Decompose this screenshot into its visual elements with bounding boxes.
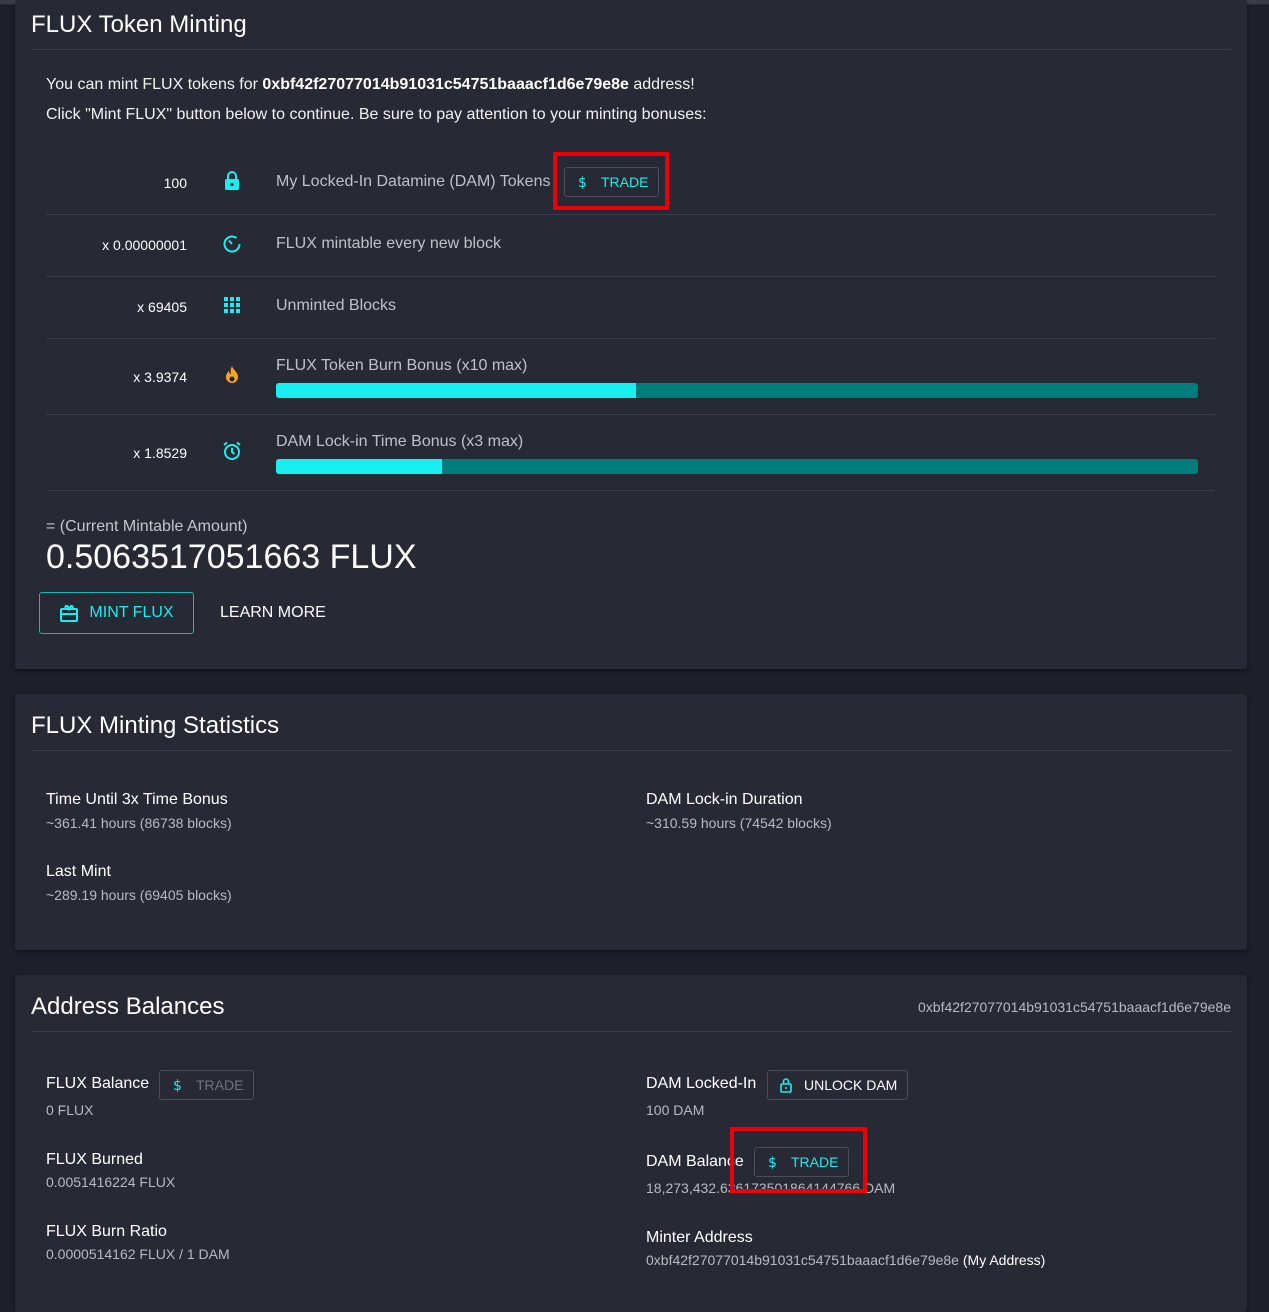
unminted-blocks-value: x 69405: [137, 299, 187, 315]
flux-burned-value: 0.0051416224 FLUX: [46, 1174, 176, 1190]
flux-per-block-value: x 0.00000001: [102, 237, 187, 253]
row-divider: [46, 276, 1215, 277]
fire-icon: [220, 363, 244, 387]
statistics-title: FLUX Minting Statistics: [31, 712, 280, 739]
dollar-icon: $: [170, 1077, 186, 1093]
title-divider: [31, 49, 1231, 50]
locked-dam-value: 100: [163, 175, 187, 191]
stat-time-bonus-label: Time Until 3x Time Bonus: [46, 791, 228, 808]
dam-locked-value: 100 DAM: [646, 1102, 705, 1118]
amount-label: = (Current Mintable Amount): [46, 518, 248, 535]
dam-locked-label: DAM Locked-In: [646, 1075, 757, 1092]
learn-more-button[interactable]: LEARN MORE: [220, 604, 326, 622]
intro-line-1: You can mint FLUX tokens for 0xbf42f2707…: [46, 76, 695, 93]
timer-icon: [220, 231, 244, 255]
locked-dam-label: My Locked-In Datamine (DAM) Tokens: [276, 173, 551, 190]
time-bonus-progress: [276, 459, 1198, 474]
statistics-card: FLUX Minting Statistics Time Until 3x Ti…: [15, 694, 1247, 950]
time-bonus-value: x 1.8529: [133, 445, 187, 461]
burn-bonus-value: x 3.9374: [133, 369, 187, 385]
burn-bonus-progress: [276, 383, 1198, 398]
gift-icon: [60, 605, 79, 622]
balances-card: Address Balances 0xbf42f27077014b91031c5…: [15, 975, 1247, 1312]
stat-lockin-duration-value: ~310.59 hours (74542 blocks): [646, 815, 832, 831]
flux-balance-value: 0 FLUX: [46, 1102, 94, 1118]
mintable-amount: 0.5063517051663 FLUX: [46, 538, 417, 576]
mint-flux-button[interactable]: MINT FLUX: [39, 592, 194, 634]
grid-icon: [220, 293, 244, 317]
stat-last-mint-value: ~289.19 hours (69405 blocks): [46, 887, 232, 903]
title-divider: [31, 750, 1231, 751]
unlock-dam-button[interactable]: UNLOCK DAM: [767, 1070, 909, 1100]
title-divider: [31, 1031, 1231, 1032]
stat-last-mint-label: Last Mint: [46, 863, 111, 880]
my-address-tag: (My Address): [958, 1252, 1046, 1268]
intro-line-2: Click "Mint FLUX" button below to contin…: [46, 106, 707, 123]
balances-title: Address Balances: [31, 993, 225, 1020]
flux-per-block-label: FLUX mintable every new block: [276, 235, 501, 252]
burn-ratio-value: 0.0000514162 FLUX / 1 DAM: [46, 1246, 230, 1262]
time-bonus-label: DAM Lock-in Time Bonus (x3 max): [276, 433, 524, 450]
row-divider: [46, 338, 1215, 339]
svg-text:$: $: [173, 1078, 182, 1093]
flux-burned-label: FLUX Burned: [46, 1151, 143, 1168]
lock-open-icon: [778, 1077, 794, 1093]
burn-bonus-progress-fill: [276, 383, 636, 398]
trade-button-flux-disabled[interactable]: $ TRADE: [159, 1070, 255, 1100]
burn-bonus-label: FLUX Token Burn Bonus (x10 max): [276, 357, 528, 374]
minter-address-label: Minter Address: [646, 1229, 753, 1246]
stat-time-bonus-value: ~361.41 hours (86738 blocks): [46, 815, 232, 831]
row-divider: [46, 214, 1215, 215]
minting-card: FLUX Token Minting You can mint FLUX tok…: [15, 0, 1247, 669]
burn-ratio-label: FLUX Burn Ratio: [46, 1223, 167, 1240]
balances-address: 0xbf42f27077014b91031c54751baaacf1d6e79e…: [918, 999, 1231, 1015]
time-bonus-progress-fill: [276, 459, 442, 474]
minter-address-value: 0xbf42f27077014b91031c54751baaacf1d6e79e…: [646, 1252, 1046, 1268]
flux-balance-label: FLUX Balance: [46, 1075, 150, 1092]
unminted-blocks-label: Unminted Blocks: [276, 297, 397, 314]
lock-icon: [220, 169, 244, 193]
highlight-box-trade-1: [553, 152, 669, 210]
highlight-box-trade-2: [730, 1127, 867, 1193]
row-divider: [48, 490, 1214, 491]
alarm-icon: [220, 439, 244, 463]
stat-lockin-duration-label: DAM Lock-in Duration: [646, 791, 803, 808]
intro-address: 0xbf42f27077014b91031c54751baaacf1d6e79e…: [262, 76, 629, 93]
minting-title: FLUX Token Minting: [31, 11, 247, 38]
row-divider: [46, 414, 1215, 415]
